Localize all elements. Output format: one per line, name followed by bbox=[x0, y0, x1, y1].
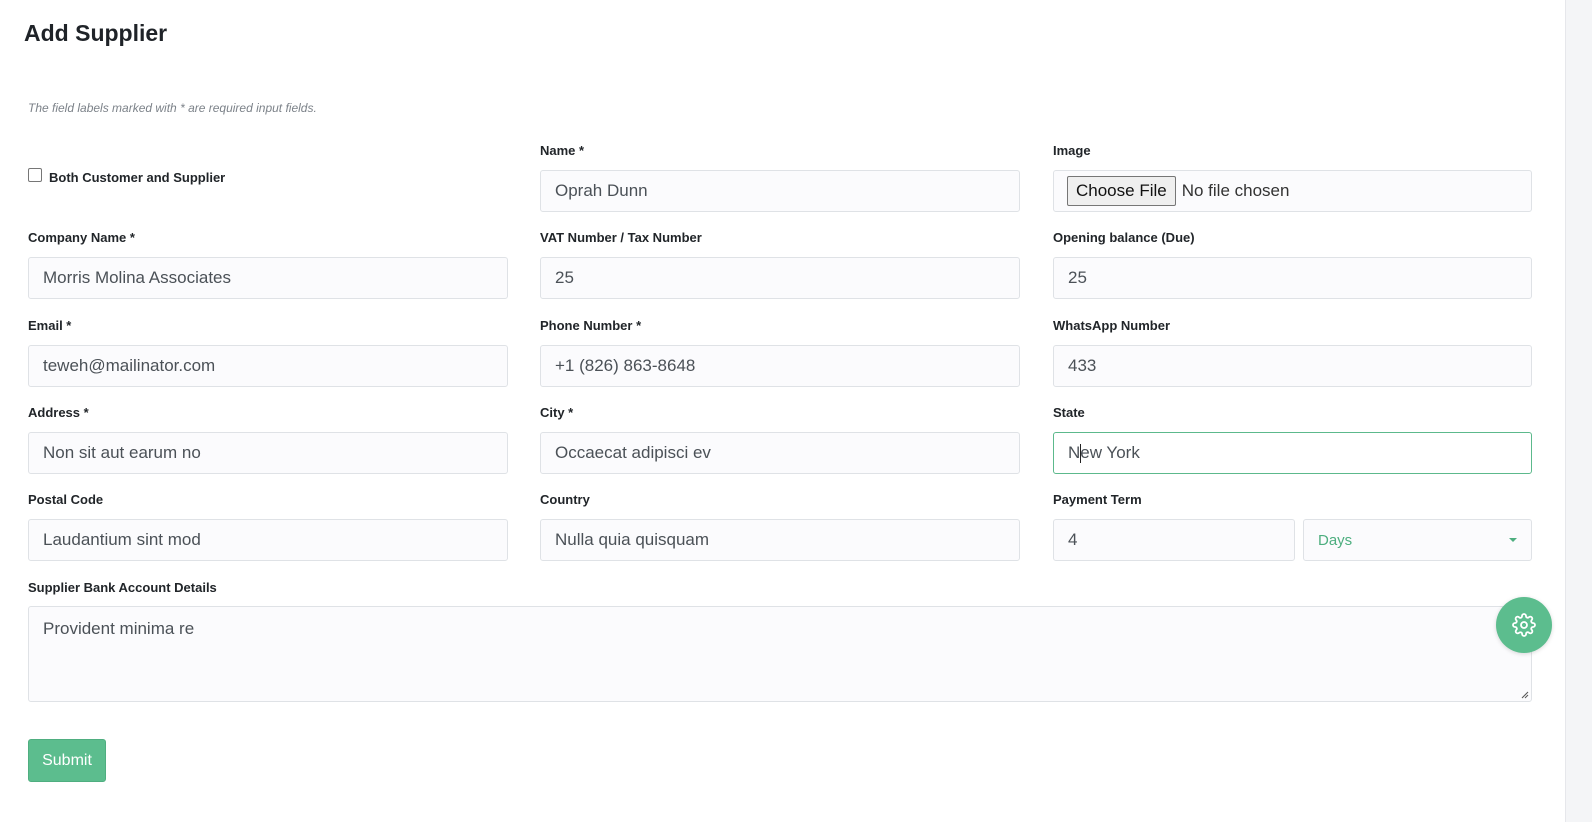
page-title: Add Supplier bbox=[24, 20, 168, 46]
name-input[interactable]: Oprah Dunn bbox=[540, 170, 1020, 212]
city-input[interactable]: Occaecat adipisci ev bbox=[540, 432, 1020, 474]
form-card: Add Supplier The field labels marked wit… bbox=[0, 0, 1566, 822]
phone-label: Phone Number * bbox=[540, 318, 642, 333]
payment-term-unit-select[interactable]: Days bbox=[1303, 519, 1532, 561]
whatsapp-input[interactable]: 433 bbox=[1053, 345, 1532, 387]
payment-term-input[interactable]: 4 bbox=[1053, 519, 1295, 561]
state-label: State bbox=[1053, 405, 1085, 420]
submit-button[interactable]: Submit bbox=[28, 739, 106, 782]
file-status: No file chosen bbox=[1181, 181, 1290, 200]
name-label: Name * bbox=[540, 143, 585, 158]
whatsapp-label: WhatsApp Number bbox=[1053, 318, 1170, 333]
payment-term-unit-value: Days bbox=[1318, 531, 1353, 549]
state-value-end: ew York bbox=[1080, 443, 1140, 462]
choose-file-button[interactable]: Choose File bbox=[1067, 176, 1176, 206]
required-note: The field labels marked with * are requi… bbox=[28, 101, 317, 115]
postal-code-label: Postal Code bbox=[28, 492, 104, 507]
gear-icon bbox=[1512, 613, 1536, 637]
settings-button[interactable] bbox=[1496, 597, 1552, 653]
both-customer-supplier-label: Both Customer and Supplier bbox=[49, 170, 226, 185]
vat-number-label: VAT Number / Tax Number bbox=[540, 230, 702, 245]
vat-number-input[interactable]: 25 bbox=[540, 257, 1020, 299]
company-name-label: Company Name * bbox=[28, 230, 135, 245]
payment-term-label: Payment Term bbox=[1053, 492, 1142, 507]
opening-balance-label: Opening balance (Due) bbox=[1053, 230, 1195, 245]
image-label: Image bbox=[1053, 143, 1091, 158]
country-input[interactable]: Nulla quia quisquam bbox=[540, 519, 1020, 561]
bank-details-label: Supplier Bank Account Details bbox=[28, 580, 217, 595]
phone-input[interactable]: +1 (826) 863-8648 bbox=[540, 345, 1020, 387]
opening-balance-input[interactable]: 25 bbox=[1053, 257, 1532, 299]
resize-handle-icon[interactable] bbox=[1520, 690, 1529, 699]
email-label: Email * bbox=[28, 318, 72, 333]
postal-code-input[interactable]: Laudantium sint mod bbox=[28, 519, 508, 561]
address-label: Address * bbox=[28, 405, 89, 420]
state-input[interactable]: New York bbox=[1053, 432, 1532, 474]
email-input[interactable]: teweh@mailinator.com bbox=[28, 345, 508, 387]
company-name-input[interactable]: Morris Molina Associates bbox=[28, 257, 508, 299]
both-customer-supplier-checkbox[interactable] bbox=[28, 168, 42, 182]
city-label: City * bbox=[540, 405, 574, 420]
chevron-down-icon bbox=[1509, 538, 1517, 542]
address-input[interactable]: Non sit aut earum no bbox=[28, 432, 508, 474]
bank-details-textarea[interactable]: Provident minima re bbox=[28, 606, 1532, 702]
state-value-start: N bbox=[1068, 443, 1081, 462]
country-label: Country bbox=[540, 492, 590, 507]
image-file-input[interactable]: Choose File No file chosen bbox=[1053, 170, 1532, 212]
bank-details-value: Provident minima re bbox=[43, 619, 195, 638]
